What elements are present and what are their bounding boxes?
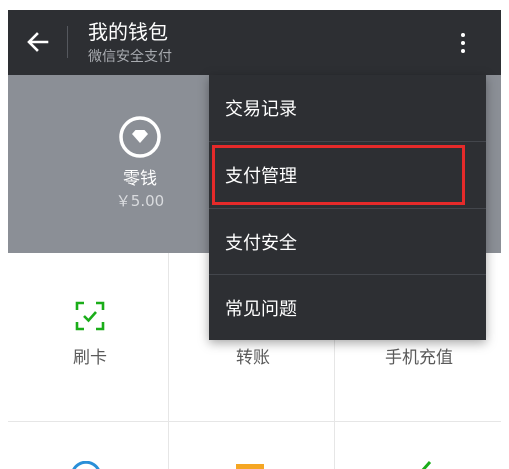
diamond-circle-icon xyxy=(119,116,161,158)
change-balance-value: ￥5.00 xyxy=(115,192,165,210)
page-title: 我的钱包 xyxy=(88,20,168,44)
more-vertical-icon xyxy=(461,33,465,37)
scan-card-icon xyxy=(75,301,105,331)
change-label: 零钱 xyxy=(123,169,157,189)
partial-row-icon xyxy=(72,461,100,469)
grid-item-label: 手机充值 xyxy=(385,348,453,368)
more-options-button[interactable] xyxy=(448,25,478,61)
appbar-divider xyxy=(67,26,68,58)
back-button[interactable] xyxy=(20,26,56,58)
overflow-menu: 交易记录 支付管理 支付安全 常见问题 xyxy=(209,75,486,340)
change-balance-item[interactable]: 零钱 ￥5.00 xyxy=(86,115,194,225)
partial-row-icon xyxy=(236,464,264,469)
wallet-screen: 我的钱包 微信安全支付 零钱 ￥5.00 刷卡 转账 手机充值 交易记录 支付管… xyxy=(0,0,509,469)
highlight-box xyxy=(212,145,465,205)
grid-item-label: 转账 xyxy=(236,348,270,368)
grid-item-card-pay[interactable]: 刷卡 xyxy=(8,253,172,421)
partial-row-icon xyxy=(421,461,432,469)
app-bar: 我的钱包 微信安全支付 xyxy=(8,10,501,75)
menu-item-transaction-records[interactable]: 交易记录 xyxy=(209,75,486,141)
arrow-left-icon xyxy=(27,32,49,52)
menu-item-faq[interactable]: 常见问题 xyxy=(209,275,486,341)
grid-divider xyxy=(8,421,501,422)
page-subtitle: 微信安全支付 xyxy=(88,49,172,65)
grid-item-label: 刷卡 xyxy=(73,348,107,368)
menu-item-payment-security[interactable]: 支付安全 xyxy=(209,209,486,275)
